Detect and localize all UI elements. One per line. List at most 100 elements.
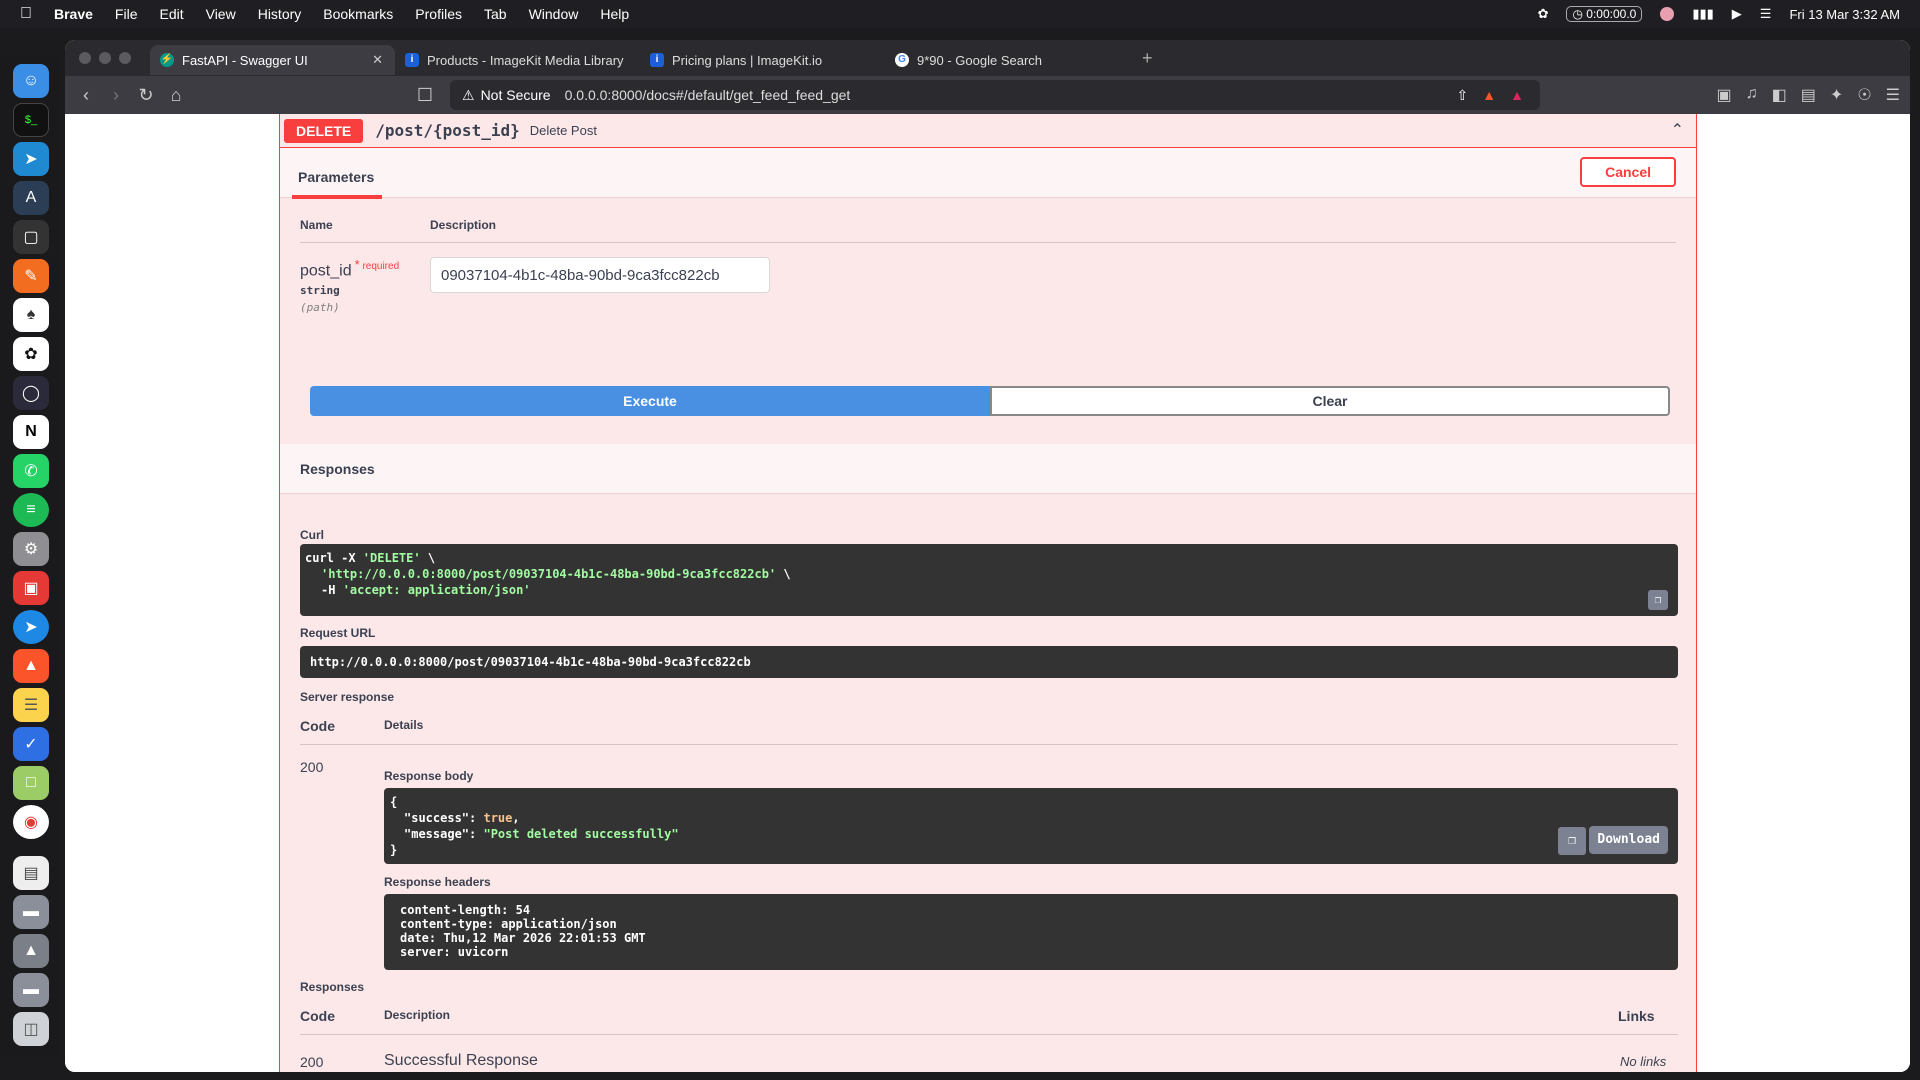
apple-icon[interactable]: 	[20, 5, 32, 23]
recording-time: 0:00:00.0	[1586, 7, 1637, 21]
cancel-button[interactable]: Cancel	[1580, 157, 1676, 187]
brave-icon[interactable]: ▲	[13, 649, 49, 683]
tab-imagekit-pricing[interactable]: i Pricing plans | ImageKit.io	[640, 45, 885, 75]
media-icon[interactable]: ♫	[1746, 85, 1758, 105]
recording-timer[interactable]: ◷ 0:00:00.0	[1566, 6, 1643, 22]
menu-history[interactable]: History	[258, 6, 302, 22]
xcode-icon[interactable]: A	[13, 181, 49, 215]
col-name: Name	[300, 218, 333, 232]
google-favicon-icon: G	[895, 53, 909, 67]
share-icon[interactable]: ⇧	[1457, 87, 1469, 104]
profile-icon[interactable]	[1660, 7, 1675, 21]
required-marker: * required	[355, 257, 400, 272]
picture-in-picture-icon[interactable]: ▣	[1717, 85, 1732, 105]
parameters-tab[interactable]: Parameters	[292, 155, 383, 199]
menu-edit[interactable]: Edit	[159, 6, 183, 22]
apps-folder-icon[interactable]: ▲	[13, 934, 49, 968]
home-icon[interactable]: ⌂	[161, 85, 191, 106]
operation-summary[interactable]: DELETE /post/{post_id} Delete Post ⌃	[280, 114, 1696, 148]
chatgpt-icon[interactable]: ✿	[1538, 6, 1549, 22]
downloads-folder-icon[interactable]: ▬	[13, 973, 49, 1007]
preview-icon[interactable]: ▤	[13, 856, 49, 890]
tab-fastapi[interactable]: ⚡ FastAPI - Swagger UI ✕	[150, 45, 395, 75]
menu-view[interactable]: View	[206, 6, 236, 22]
dock: ☺ $_ ➤ A ▢ ✎ ♠ ✿ ◯ N ✆ ≡ ⚙ ▣ ➤ ▲ ☰ ✓ □ ◉…	[0, 56, 60, 1056]
app-icon[interactable]: ▢	[13, 220, 49, 254]
header-line: content-length: 54	[400, 903, 531, 917]
tab-google-search[interactable]: G 9*90 - Google Search	[885, 45, 1130, 75]
spotify-icon[interactable]: ≡	[13, 493, 49, 527]
menu-window[interactable]: Window	[529, 6, 579, 22]
vpn-icon[interactable]: ☉	[1857, 85, 1871, 105]
fastapi-favicon-icon: ⚡	[160, 53, 174, 67]
copy-icon[interactable]: ❐	[1558, 827, 1586, 855]
json-close: }	[390, 843, 398, 857]
leo-ai-icon[interactable]: ✦	[1830, 85, 1843, 105]
close-tab-icon[interactable]: ✕	[372, 52, 383, 68]
clock[interactable]: Fri 13 Mar 3:32 AM	[1789, 7, 1900, 22]
wallet-icon[interactable]: ▤	[1801, 85, 1816, 105]
reload-icon[interactable]: ↻	[131, 85, 161, 106]
battery-icon[interactable]: ▮▮▮	[1692, 6, 1713, 22]
menu-file[interactable]: File	[115, 6, 138, 22]
chatgpt-app-icon[interactable]: ✿	[13, 337, 49, 371]
play-icon[interactable]: ▶	[1732, 6, 1742, 22]
menu-help[interactable]: Help	[600, 6, 629, 22]
chrome-icon[interactable]: ◉	[13, 805, 49, 839]
terminal-icon[interactable]: $_	[13, 103, 49, 137]
todo-icon[interactable]: ✓	[13, 727, 49, 761]
tab-title: FastAPI - Swagger UI	[182, 52, 308, 68]
notes-icon[interactable]: ☰	[13, 688, 49, 722]
download-button[interactable]: Download	[1589, 826, 1668, 854]
bookmark-icon[interactable]: ☐	[410, 85, 440, 106]
address-bar[interactable]: ⚠ Not Secure 0.0.0.0:8000/docs#/default/g…	[450, 80, 1540, 110]
settings-icon[interactable]: ⚙	[13, 532, 49, 566]
method-badge: DELETE	[284, 118, 364, 143]
doc-response-description: Successful Response	[384, 1052, 538, 1069]
notion-icon[interactable]: N	[13, 415, 49, 449]
responses-doc-table-header: Code Description Links	[300, 1008, 1678, 1035]
finder-icon[interactable]: ☺	[13, 64, 49, 98]
sidebar-icon[interactable]: ◧	[1772, 85, 1787, 105]
copy-icon[interactable]: ❐	[1648, 590, 1668, 610]
curl-method: 'DELETE'	[362, 551, 421, 565]
parameters-header: Parameters Cancel	[280, 148, 1696, 199]
vscode-icon[interactable]: ➤	[13, 142, 49, 176]
execute-button[interactable]: Execute	[310, 386, 990, 416]
json-key: "message"	[404, 827, 470, 841]
sequel-icon[interactable]: ♠	[13, 298, 49, 332]
close-window-button[interactable]	[79, 52, 91, 64]
server-response-table-header: Code Details	[300, 718, 1678, 745]
menu-app-name[interactable]: Brave	[54, 6, 93, 22]
pen-tool-icon[interactable]: ✎	[13, 259, 49, 293]
security-indicator[interactable]: ⚠ Not Secure	[462, 87, 551, 104]
col-links: Links	[1618, 1008, 1655, 1024]
menu-icon[interactable]: ☰	[1886, 85, 1900, 105]
back-icon[interactable]: ‹	[71, 85, 101, 106]
folder-icon[interactable]: ▬	[13, 895, 49, 929]
obs-icon[interactable]: ◯	[13, 376, 49, 410]
menu-profiles[interactable]: Profiles	[415, 6, 462, 22]
tab-imagekit-products[interactable]: i Products - ImageKit Media Library	[395, 45, 640, 75]
menu-bookmarks[interactable]: Bookmarks	[323, 6, 393, 22]
url-text[interactable]: 0.0.0.0:8000/docs#/default/get_feed_feed…	[565, 87, 851, 103]
new-tab-icon[interactable]: +	[1142, 48, 1153, 69]
forward-icon[interactable]: ›	[101, 85, 131, 106]
doc-response-code: 200	[300, 1054, 324, 1070]
control-center-icon[interactable]: ☰	[1760, 6, 1772, 22]
brave-shields-icon[interactable]: ▲	[1482, 87, 1496, 104]
chevron-up-icon[interactable]: ⌃	[1671, 120, 1684, 140]
clear-button[interactable]: Clear	[990, 386, 1670, 416]
header-line: content-type: application/json	[400, 917, 617, 931]
brave-rewards-icon[interactable]: ▲	[1510, 87, 1524, 104]
whatsapp-icon[interactable]: ✆	[13, 454, 49, 488]
menu-tab[interactable]: Tab	[484, 6, 507, 22]
param-type: string	[300, 284, 340, 298]
minimize-window-button[interactable]	[99, 52, 111, 64]
stickies-icon[interactable]: □	[13, 766, 49, 800]
calendar-app-icon[interactable]: ▣	[13, 571, 49, 605]
trash-icon[interactable]: ◫	[13, 1012, 49, 1046]
safari-icon[interactable]: ➤	[13, 610, 49, 644]
zoom-window-button[interactable]	[119, 52, 131, 64]
post-id-input[interactable]	[430, 257, 770, 293]
